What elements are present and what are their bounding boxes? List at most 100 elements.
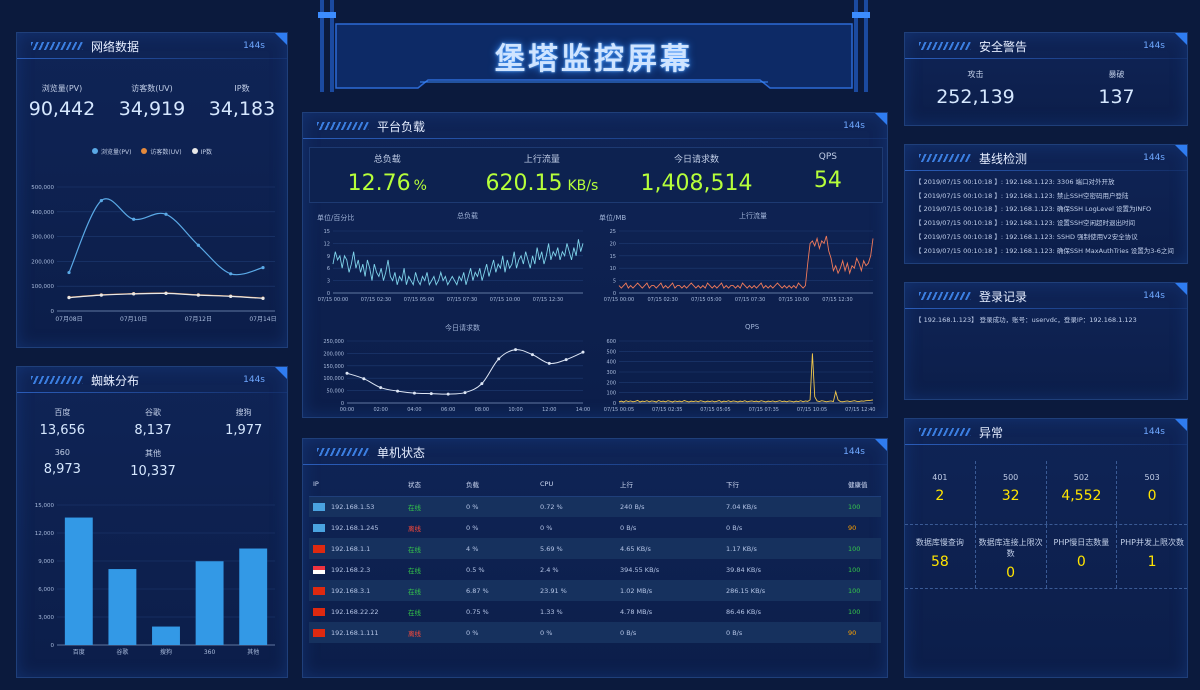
anomaly-503: 503 0 (1144, 473, 1160, 504)
flag-icon (313, 523, 325, 532)
cell-ip: 192.168.1.245 (309, 517, 404, 538)
y-tick-label: 200 (606, 380, 616, 386)
machine-row[interactable]: 192.168.1.1 在线 4 % 5.69 % 4.65 KB/s 1.17 KB/s… (309, 538, 881, 559)
flag-icon (313, 607, 325, 616)
machine-panel: 单机状态 144s IP 状态 负载 CPU 上行 下行 健康值 192.168.… (302, 438, 888, 678)
spider-panel: 蜘蛛分布 144s 百度 13,656 谷歌 8,137 搜狗 1,977 360 8,9… (16, 366, 288, 678)
security-refresh-tag: 144s (1143, 41, 1165, 51)
platform-kpis: 总负载 12.76% 上行流量 620.15 KB/s 今日请求数 1,408,514 … (309, 147, 883, 203)
anomaly-row-1: 401 2 500 32 502 4,552 503 0 (905, 461, 1187, 525)
machine-up: 0 B/s (620, 523, 637, 532)
machine-down: 39.84 KB/s (726, 565, 761, 574)
machine-load: 6.87 % (466, 586, 489, 595)
legend-pv[interactable]: 浏览量(PV) (92, 147, 131, 156)
bar (108, 569, 137, 645)
login-panel: 登录记录 144s 【 192.168.1.123】 登录成功，账号：uservd… (904, 282, 1188, 400)
y-tick-label: 300 (606, 370, 616, 376)
cell-down: 0 B/s (722, 622, 844, 643)
machine-ip: 192.168.1.53 (331, 502, 375, 511)
x-tick-label: 10:00 (508, 407, 522, 413)
x-tick-label: 14:00 (576, 407, 590, 413)
machine-row[interactable]: 192.168.1.245 离线 0 % 0 % 0 B/s 0 B/s 90 (309, 517, 881, 538)
machine-cpu: 2.4 % (540, 565, 559, 574)
cell-status: 离线 (404, 622, 462, 643)
cell-load: 0 % (462, 517, 536, 538)
x-tick-label: 07/15 07:30 (735, 297, 765, 303)
x-tick-label: 07/15 10:05 (797, 407, 827, 413)
x-tick-label: 07/15 02:30 (361, 297, 391, 303)
machine-down: 286.15 KB/s (726, 586, 766, 595)
x-tick-label: 07/15 10:00 (490, 297, 520, 303)
baseline-log: 【 2019/07/15 00:10:18 】: 192.168.1.123: … (905, 171, 1187, 258)
x-tick-label: 谷歌 (116, 648, 128, 656)
machine-load: 0 % (466, 628, 479, 637)
cell-status: 离线 (404, 517, 462, 538)
x-tick-label: 07/15 02:35 (652, 407, 682, 413)
cell-health: 100 (844, 580, 881, 601)
y-tick-label: 150,000 (323, 364, 344, 370)
x-tick-label: 07月12日 (185, 316, 212, 323)
baseline-log-item: 【 2019/07/15 00:10:18 】: 192.168.1.123: … (915, 232, 1138, 241)
data-point (379, 386, 383, 390)
login-log-item: 【 192.168.1.123】 登录成功，账号：uservdc，登录IP：19… (915, 316, 1137, 324)
baseline-log-item: 【 2019/07/15 00:10:18 】: 192.168.1.123: … (915, 205, 1152, 214)
x-tick-label: 07/15 00:00 (318, 297, 348, 303)
machine-row[interactable]: 192.168.1.53 在线 0 % 0.72 % 240 B/s 7.04 KB/s 1… (309, 496, 881, 517)
machine-row[interactable]: 192.168.2.3 在线 0.5 % 2.4 % 394.55 KB/s 39.84 … (309, 559, 881, 580)
machine-load: 4 % (466, 544, 479, 553)
cell-health: 100 (844, 496, 881, 517)
machine-row[interactable]: 192.168.1.111 离线 0 % 0 % 0 B/s 0 B/s 90 (309, 622, 881, 643)
network-panel: 网络数据 144s 浏览量(PV) 90,442 访客数(UV) 34,919 IP数… (16, 32, 288, 348)
machine-status: 在线 (408, 566, 421, 575)
kpi-upload: 上行流量 620.15 KB/s (485, 155, 599, 196)
y-tick-label: 500 (606, 349, 616, 355)
cell-status: 在线 (404, 580, 462, 601)
machine-status: 离线 (408, 629, 421, 638)
x-tick-label: 02:00 (374, 407, 388, 413)
y-tick-label: 300,000 (31, 235, 54, 241)
cell-ip: 192.168.3.1 (309, 580, 404, 601)
machine-cpu: 5.69 % (540, 544, 563, 553)
y-tick-label: 5 (613, 279, 616, 285)
data-point (67, 296, 71, 300)
cell-load: 0.75 % (462, 601, 536, 622)
x-tick-label: 07/15 02:30 (647, 297, 677, 303)
cell-ip: 192.168.1.111 (309, 622, 404, 643)
y-tick-label: 250,000 (323, 339, 344, 345)
baseline-title: 基线检测 (979, 151, 1028, 166)
data-point (164, 291, 168, 295)
machine-status: 在线 (408, 587, 421, 596)
y-tick-label: 15 (610, 254, 616, 260)
machine-cpu: 0.72 % (540, 502, 563, 511)
y-tick-label: 100 (606, 391, 616, 397)
spider-sogou: 搜狗 1,977 (225, 408, 263, 438)
y-tick-label: 6,000 (38, 587, 54, 593)
flag-icon (313, 586, 325, 595)
cell-cpu: 5.69 % (536, 538, 616, 559)
legend-uv[interactable]: 访客数(UV) (141, 147, 182, 156)
cell-health: 100 (844, 559, 881, 580)
login-log: 【 192.168.1.123】 登录成功，账号：uservdc，登录IP：19… (905, 309, 1187, 328)
machine-down: 0 B/s (726, 523, 743, 532)
x-tick-label: 07/15 10:00 (779, 297, 809, 303)
machine-row[interactable]: 192.168.22.22 在线 0.75 % 1.33 % 4.78 MB/s 86.4… (309, 601, 881, 622)
login-refresh-tag: 144s (1143, 291, 1165, 301)
cell-up: 4.65 KB/s (616, 538, 722, 559)
data-point (67, 270, 71, 275)
x-tick-label: 00:00 (340, 407, 354, 413)
platform-panel: 平台负载 144s 总负载 12.76% 上行流量 620.15 KB/s 今日请求数 1… (302, 112, 888, 418)
y-tick-label: 500,000 (31, 185, 54, 191)
x-tick-label: 搜狗 (160, 648, 172, 656)
y-tick-label: 9,000 (38, 559, 54, 565)
legend-ip[interactable]: IP数 (191, 147, 212, 156)
bar (239, 548, 268, 645)
machine-row[interactable]: 192.168.3.1 在线 6.87 % 23.91 % 1.02 MB/s 286.1… (309, 580, 881, 601)
spider-other: 其他 10,337 (130, 449, 176, 479)
security-title: 安全警告 (979, 39, 1028, 54)
machine-status: 离线 (408, 524, 421, 533)
machine-health: 100 (848, 565, 861, 574)
cell-status: 在线 (404, 601, 462, 622)
x-tick-label: 04:00 (407, 407, 421, 413)
x-tick-label: 07/15 05:05 (700, 407, 730, 413)
network-chart: 0 100,000 200,000 300,000 400,000 500,000 07月0… (31, 185, 276, 323)
